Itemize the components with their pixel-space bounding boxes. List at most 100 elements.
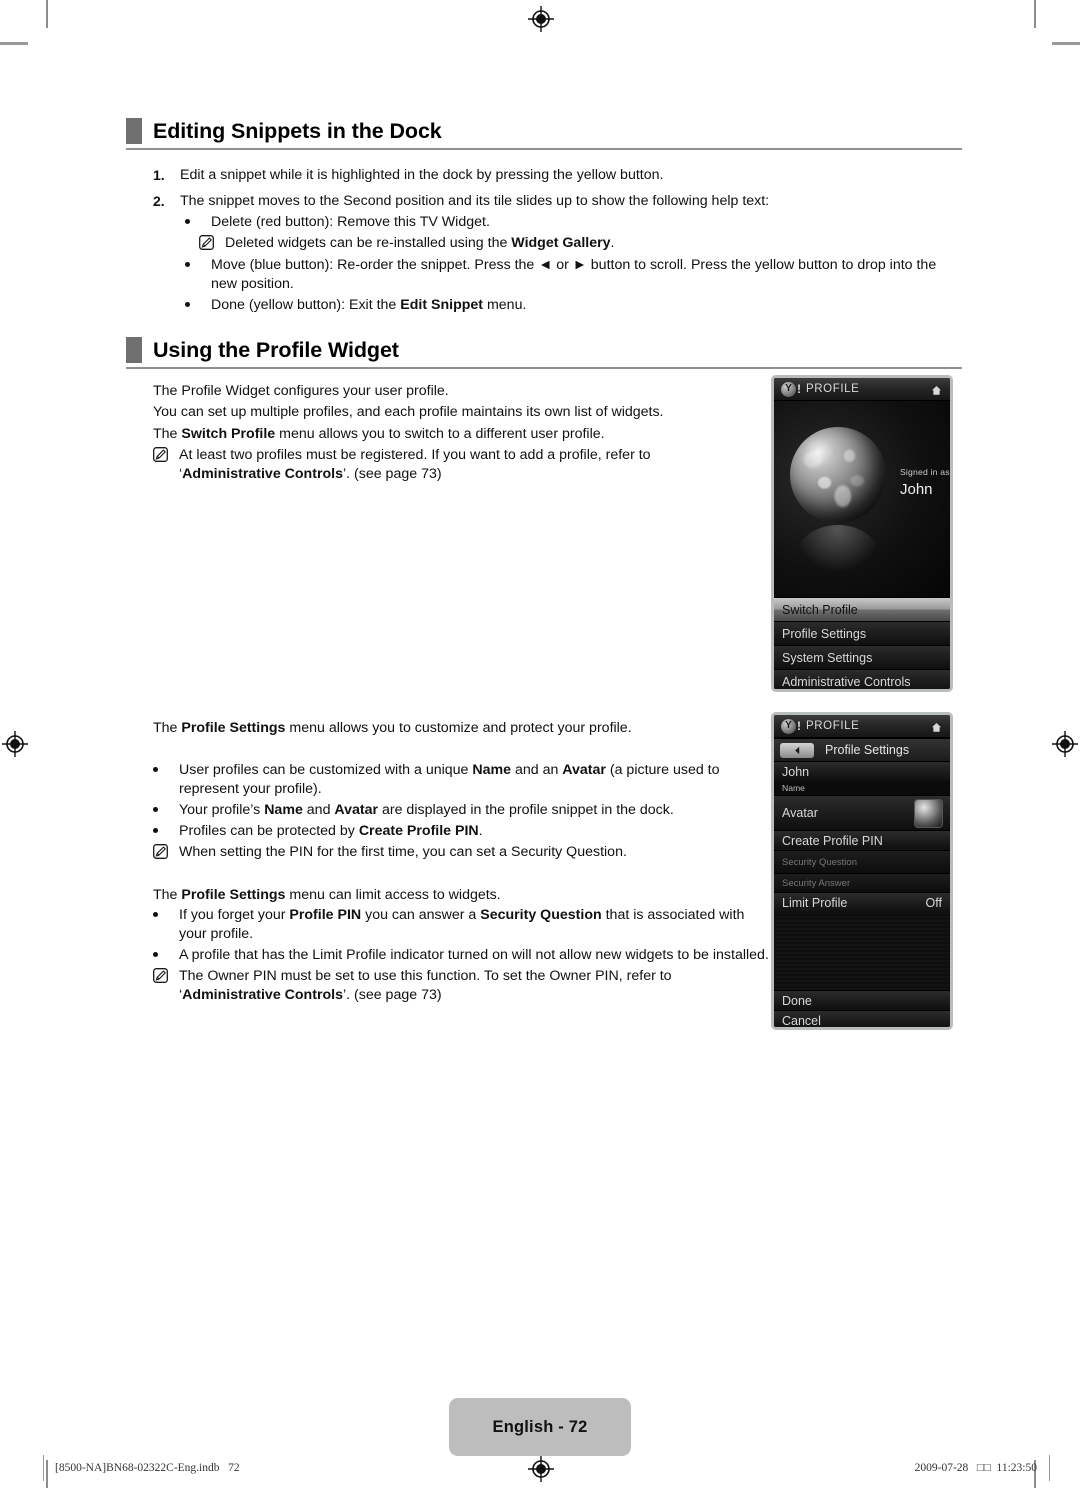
crop-mark-top-right-horizontal [1052,42,1080,45]
tv-profile-hero: Signed in as John [774,401,950,597]
signed-in-as-label: Signed in as [900,467,950,477]
tv-row-security-answer[interactable]: Security Answer [774,873,950,892]
tv-profile-widget-screenshot: Y ! PROFILE Signed in as John Switch Pro… [771,375,953,692]
list-text: The snippet moves to the Second position… [180,193,770,209]
tv-settings-title: Profile Settings [825,743,910,757]
tv-row-security-question[interactable]: Security Question [774,850,950,873]
list-text: Delete (red button): Remove this TV Widg… [211,214,490,230]
crop-mark-top-left-vertical [46,0,48,28]
paragraph: The Profile Widget configures your user … [153,383,449,399]
bullet-dot [153,807,158,812]
list-item: Move (blue button): Re-order the snippet… [185,256,965,294]
list-number: 2. [153,193,165,209]
tv-action-done[interactable]: Done [774,990,950,1010]
tv-menu-item-system-settings[interactable]: System Settings [774,645,950,669]
bullet-dot [185,219,190,224]
list-text: A profile that has the Limit Profile ind… [179,947,769,963]
list-item: 1. Edit a snippet while it is highlighte… [153,166,963,184]
tv-row-create-profile-pin[interactable]: Create Profile PIN [774,830,950,850]
avatar[interactable] [914,799,943,828]
tv-menu-item-label: Switch Profile [782,602,858,617]
footer-divider-right [1049,1455,1050,1481]
yahoo-logo-icon: Y [781,381,796,397]
home-icon[interactable] [931,383,942,395]
page-number-badge: English - 72 [449,1398,631,1456]
manual-page: Editing Snippets in the Dock 1. Edit a s… [0,0,1080,1488]
note-item: Deleted widgets can be re-installed usin… [199,234,965,253]
list-item: Profiles can be protected by Create Prof… [153,822,773,841]
list-item: User profiles can be customized with a u… [153,761,753,799]
list-text: Your profile’s Name and Avatar are displ… [179,802,674,818]
list-text: Edit a snippet while it is highlighted i… [180,167,664,183]
footer-file-name: [8500-NA]BN68-02322C-Eng.indb 72 [55,1462,240,1474]
tv-profile-settings-screenshot: Y ! PROFILE Profile Settings John Name A… [771,712,953,1030]
registration-mark-bottom [528,1456,554,1482]
paragraph: The Profile Settings menu allows you to … [153,720,632,736]
heading-marker [126,337,142,363]
note-item: When setting the PIN for the first time,… [153,843,773,862]
note-pencil-icon [153,447,168,462]
list-text: If you forget your Profile PIN you can a… [179,907,745,942]
heading-rule [126,148,962,150]
registration-mark-top [528,6,554,32]
tv-row-label: Limit Profile [782,896,848,910]
tv-row-limit-profile[interactable]: Limit Profile Off [774,892,950,913]
tv-action-label: Done [782,993,812,1008]
list-text: Move (blue button): Re-order the snippet… [211,257,937,292]
yahoo-bang-icon: ! [797,719,801,733]
crop-mark-bottom-left-vertical [46,1460,48,1488]
tv-row-label: Security Question [782,856,857,868]
list-number: 1. [153,167,165,183]
note-item: The Owner PIN must be set to use this fu… [153,967,793,1005]
heading-text: Editing Snippets in the Dock [153,118,442,143]
globe-reflection [796,525,880,571]
heading-marker [126,118,142,144]
back-arrow-icon[interactable] [780,742,814,758]
note-item: At least two profiles must be registered… [153,446,753,484]
tv-menu-item-label: System Settings [782,650,873,665]
tv-row-sublabel: Name [782,783,805,793]
yahoo-bang-icon: ! [797,382,801,396]
tv-menu-item-administrative-controls[interactable]: Administrative Controls [774,669,950,689]
list-text: User profiles can be customized with a u… [179,762,720,797]
tv-settings-empty-area [774,913,950,990]
tv-row-label: John [782,764,810,779]
crop-mark-top-left-horizontal [0,42,28,45]
tv-action-label: Cancel [782,1013,821,1028]
tv-row-label: Avatar [782,806,818,820]
list-text: Done (yellow button): Exit the Edit Snip… [211,297,527,313]
paragraph: The Switch Profile menu allows you to sw… [153,426,605,442]
list-item: Delete (red button): Remove this TV Widg… [185,213,965,232]
tv-action-cancel[interactable]: Cancel [774,1010,950,1028]
tv-row-name-value[interactable]: John [774,761,950,781]
tv-row-avatar[interactable]: Avatar [774,795,950,830]
note-pencil-icon [153,968,168,983]
note-text: The Owner PIN must be set to use this fu… [179,968,672,1003]
footer-divider-left [43,1455,44,1481]
list-item: If you forget your Profile PIN you can a… [153,906,773,944]
home-icon[interactable] [931,720,942,732]
tv-row-value: Off [925,896,942,910]
note-text: At least two profiles must be registered… [179,447,651,482]
heading-text: Using the Profile Widget [153,337,399,362]
section-heading-editing-snippets: Editing Snippets in the Dock [126,118,962,150]
bullet-dot [153,767,158,772]
bullet-dot [185,262,190,267]
tv-menu-item-profile-settings[interactable]: Profile Settings [774,621,950,645]
list-item: 2. The snippet moves to the Second posit… [153,192,963,210]
note-text: When setting the PIN for the first time,… [179,844,627,860]
globe-avatar-image [790,427,886,523]
tv-menu-item-label: Profile Settings [782,626,867,641]
tv-widget-header: Y ! PROFILE [774,715,950,738]
tv-settings-subheader: Profile Settings [774,738,950,761]
list-item: Your profile’s Name and Avatar are displ… [153,801,773,820]
bullet-dot [185,302,190,307]
tv-menu-item-switch-profile[interactable]: Switch Profile [774,597,950,621]
heading-rule [126,367,962,369]
note-text: Deleted widgets can be re-installed usin… [225,235,615,251]
bullet-dot [153,828,158,833]
crop-mark-top-right-vertical [1034,0,1036,28]
section-heading-using-profile-widget: Using the Profile Widget [126,337,962,369]
tv-widget-title: PROFILE [806,720,860,732]
registration-mark-left [2,731,28,757]
